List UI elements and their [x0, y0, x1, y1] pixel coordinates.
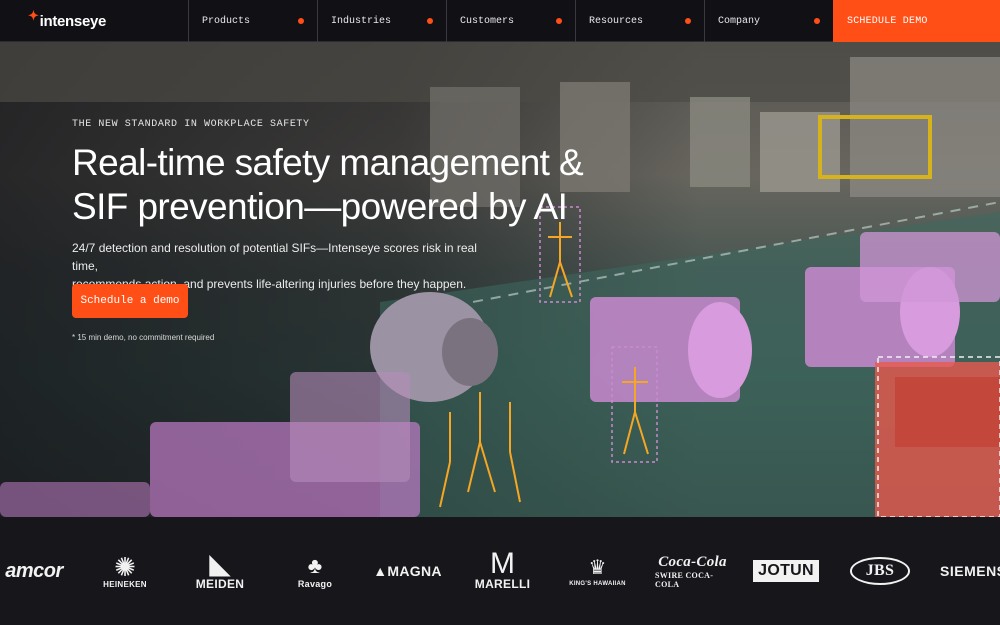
nav-item-products[interactable]: Products	[188, 0, 317, 42]
magna-wordmark: ▲MAGNA	[373, 563, 442, 579]
logo-amcor: amcor	[0, 517, 74, 625]
headline-line-1: Real-time safety management &	[72, 142, 584, 183]
logo-meiden: ◣ MEIDEN	[190, 517, 250, 625]
dropdown-dot-icon	[556, 18, 562, 24]
coca-cola-script: Coca-Cola	[658, 553, 727, 570]
logo-ravago: ♣ Ravago	[290, 517, 340, 625]
marelli-m-icon: M	[490, 547, 515, 580]
headline-line-2: SIF prevention—powered by AI	[72, 186, 568, 227]
meiden-wordmark: MEIDEN	[195, 577, 245, 591]
logo-marelli: M MARELLI	[470, 517, 535, 625]
logo-kings-hawaiian: ♛ KING'S HAWAIIAN	[560, 517, 635, 625]
kings-hawaiian-wordmark: KING'S HAWAIIAN	[569, 581, 626, 587]
nav-item-label: Resources	[589, 15, 644, 27]
logo-siemens: SIEMENS	[940, 517, 1000, 625]
demo-footnote: * 15 min demo, no commitment required	[72, 333, 215, 342]
meiden-symbol-icon: ◣	[209, 548, 231, 579]
logo-mark-icon: ✦	[28, 8, 39, 23]
swire-coca-cola-wordmark: SWIRE COCA-COLA	[655, 570, 714, 589]
jbs-wordmark: JBS	[849, 557, 911, 585]
customer-logo-strip: amcor ✺ HEINEKEN ◣ MEIDEN ♣ Ravago ▲MAGN…	[0, 517, 1000, 625]
logo-magna: ▲MAGNA	[370, 517, 445, 625]
dropdown-dot-icon	[685, 18, 691, 24]
nav-item-industries[interactable]: Industries	[317, 0, 446, 42]
siemens-wordmark: SIEMENS	[940, 563, 1000, 579]
logo-text: intenseye	[39, 12, 107, 30]
heineken-wordmark: HEINEKEN	[103, 579, 147, 589]
nav-item-label: Products	[202, 15, 251, 27]
marelli-wordmark: MARELLI	[474, 577, 531, 591]
magna-triangle-icon: ▲	[373, 563, 388, 579]
hero-headline: Real-time safety management & SIF preven…	[72, 141, 672, 229]
jotun-wordmark: JOTUN	[753, 560, 819, 582]
nav-item-label: Industries	[331, 15, 392, 27]
nav-item-resources[interactable]: Resources	[575, 0, 704, 42]
subtext-line-1: 24/7 detection and resolution of potenti…	[72, 241, 477, 273]
dropdown-dot-icon	[427, 18, 433, 24]
intenseye-logo[interactable]: ✦ intenseye	[0, 0, 188, 42]
amcor-wordmark: amcor	[5, 559, 63, 582]
logo-jbs: JBS	[845, 517, 915, 625]
logo-jotun: JOTUN	[752, 517, 820, 625]
schedule-a-demo-button[interactable]: Schedule a demo	[72, 284, 188, 318]
heineken-star-icon: ✺	[114, 551, 136, 582]
logo-swire-coca-cola: Coca-Cola SWIRE COCA-COLA	[655, 517, 730, 625]
nav-item-customers[interactable]: Customers	[446, 0, 575, 42]
dropdown-dot-icon	[814, 18, 820, 24]
hero-section: THE NEW STANDARD IN WORKPLACE SAFETY Rea…	[0, 42, 1000, 517]
hero-eyebrow: THE NEW STANDARD IN WORKPLACE SAFETY	[72, 119, 310, 130]
nav-item-label: Company	[718, 15, 761, 27]
dropdown-dot-icon	[298, 18, 304, 24]
crown-icon: ♛	[588, 557, 607, 579]
top-navigation: ✦ intenseye Products Industries Customer…	[0, 0, 1000, 42]
logo-heineken: ✺ HEINEKEN	[95, 517, 155, 625]
ravago-tree-icon: ♣	[307, 553, 323, 578]
schedule-demo-button[interactable]: SCHEDULE DEMO	[833, 0, 1000, 42]
ravago-wordmark: Ravago	[297, 579, 333, 589]
nav-item-label: Customers	[460, 15, 515, 27]
nav-item-company[interactable]: Company	[704, 0, 833, 42]
